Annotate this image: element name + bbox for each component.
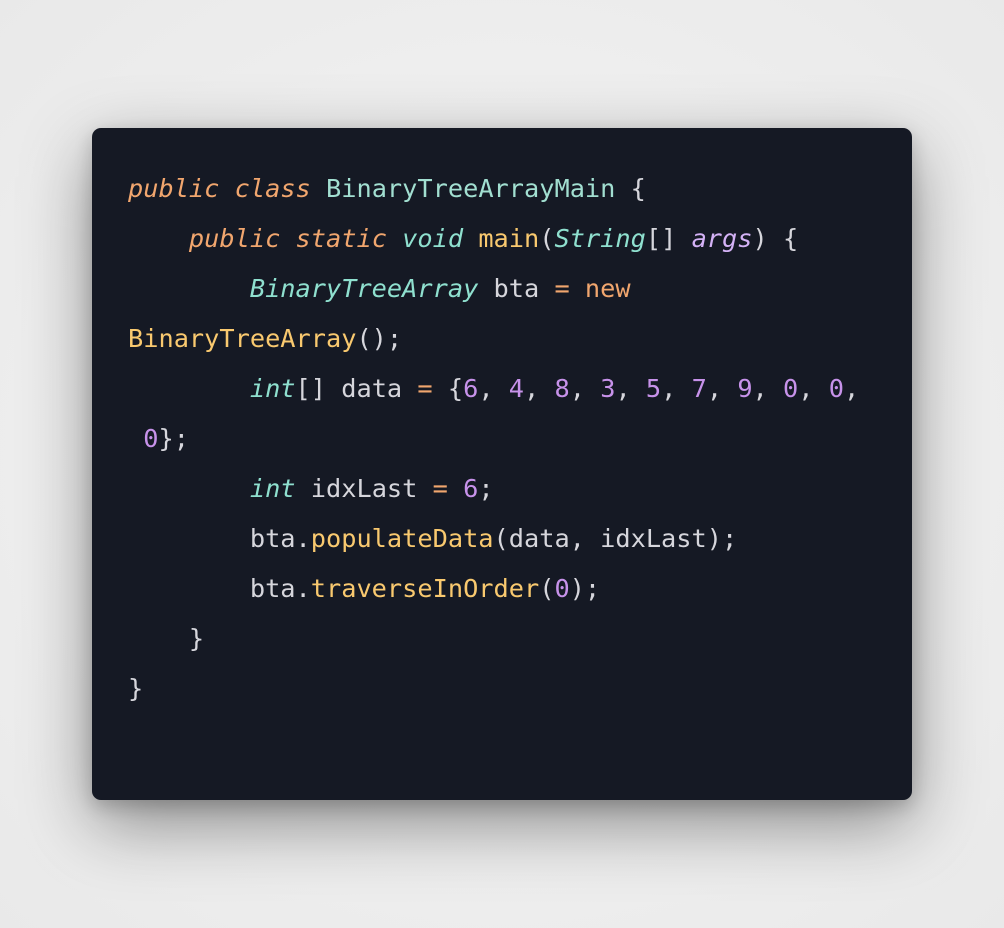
- plain-token: ,: [661, 374, 692, 403]
- number-token: 0: [554, 574, 570, 603]
- plain-token: };: [158, 424, 189, 453]
- code-line: bta.populateData(data, idxLast);: [128, 514, 859, 564]
- code-line: int idxLast = 6;: [128, 464, 859, 514]
- type-token: String: [554, 224, 646, 253]
- function-token: populateData: [310, 524, 494, 553]
- number-token: 7: [691, 374, 707, 403]
- plain-token: ,: [615, 374, 646, 403]
- plain-token: ,: [706, 374, 738, 403]
- number-token: 0: [828, 374, 844, 403]
- code-line: }: [128, 664, 859, 714]
- class-name-token: BinaryTreeArrayMain: [326, 174, 616, 203]
- plain-token: {: [432, 374, 464, 403]
- code-line: public static void main(String[] args) {: [128, 214, 859, 264]
- plain-token: ) {: [752, 224, 799, 253]
- plain-token: ,: [752, 374, 784, 403]
- function-token: BinaryTreeArray: [128, 324, 357, 353]
- plain-token: bta.: [128, 574, 311, 603]
- operator-token: =: [554, 274, 570, 303]
- number-token: 8: [554, 374, 570, 403]
- number-token: 5: [645, 374, 662, 403]
- plain-token: idxLast: [295, 474, 433, 503]
- code-block: public class BinaryTreeArrayMain { publi…: [128, 164, 859, 714]
- plain-token: }: [128, 624, 205, 653]
- plain-token: ,: [843, 374, 860, 403]
- plain-token: }: [128, 674, 144, 703]
- plain-token: bta: [478, 274, 555, 303]
- number-token: 0: [783, 374, 799, 403]
- code-snippet-card: public class BinaryTreeArrayMain { publi…: [92, 128, 912, 800]
- keyword-token: new: [584, 274, 631, 303]
- operator-token: =: [432, 474, 448, 503]
- plain-token: (: [539, 224, 555, 253]
- function-token: traverseInOrder: [310, 574, 540, 603]
- plain-token: {: [615, 174, 646, 203]
- plain-token: ,: [798, 374, 829, 403]
- function-token: main: [478, 224, 540, 253]
- type-token: void: [402, 224, 464, 253]
- code-line: public class BinaryTreeArrayMain {: [128, 164, 859, 214]
- type-token: int: [249, 474, 296, 503]
- plain-token: [] data: [295, 374, 418, 403]
- plain-token: (: [539, 574, 555, 603]
- type-token: int: [249, 374, 296, 403]
- code-line: int[] data = {6, 4, 8, 3, 5, 7, 9, 0, 0,: [128, 364, 859, 414]
- number-token: 6: [463, 474, 479, 503]
- parameter-token: args: [691, 224, 753, 253]
- plain-token: []: [645, 224, 692, 253]
- keyword-token: class: [234, 174, 311, 203]
- plain-token: ,: [478, 374, 509, 403]
- plain-token: (data, idxLast);: [493, 524, 738, 553]
- number-token: 4: [508, 374, 525, 403]
- plain-token: bta.: [128, 524, 311, 553]
- code-line: }: [128, 614, 859, 664]
- number-token: 6: [463, 374, 479, 403]
- plain-token: ();: [356, 324, 403, 353]
- plain-token: ,: [524, 374, 555, 403]
- keyword-token: public: [128, 174, 220, 203]
- plain-token: );: [569, 574, 601, 603]
- keyword-token: static: [295, 224, 387, 253]
- keyword-token: public: [188, 224, 281, 253]
- number-token: 9: [737, 374, 753, 403]
- operator-token: =: [417, 374, 433, 403]
- code-line: bta.traverseInOrder(0);: [128, 564, 859, 614]
- number-token: 3: [600, 374, 616, 403]
- type-token: BinaryTreeArray: [249, 274, 479, 303]
- number-token: 0: [143, 424, 159, 453]
- code-line: BinaryTreeArray();: [128, 314, 859, 364]
- code-line: 0};: [128, 414, 859, 464]
- plain-token: ;: [478, 474, 494, 503]
- plain-token: ,: [569, 374, 601, 403]
- code-line: BinaryTreeArray bta = new: [128, 264, 859, 314]
